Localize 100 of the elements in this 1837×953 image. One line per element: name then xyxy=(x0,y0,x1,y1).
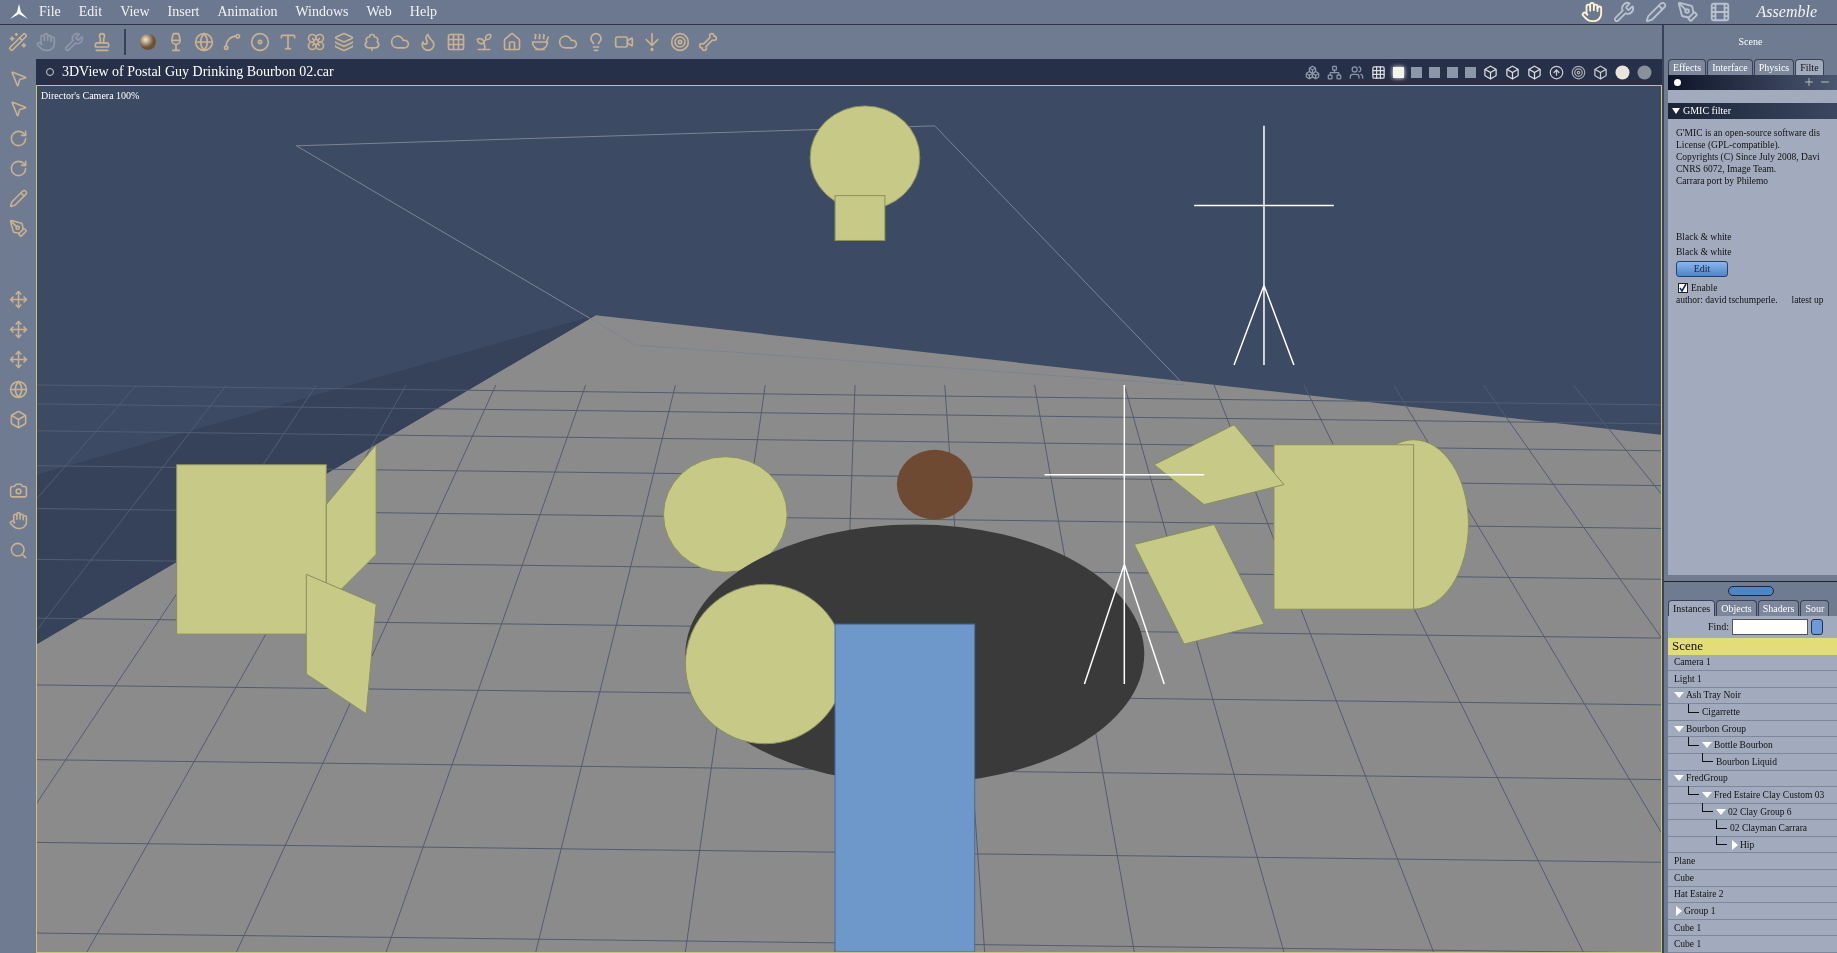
grid-icon[interactable] xyxy=(1371,64,1386,80)
find-button[interactable] xyxy=(1811,618,1824,635)
flower-icon[interactable] xyxy=(306,32,326,52)
menu-item[interactable]: Help xyxy=(400,4,447,20)
plant-icon[interactable] xyxy=(474,32,494,52)
dot-icon xyxy=(1674,78,1681,86)
tree-item[interactable]: Light 1 xyxy=(1668,671,1837,688)
cloud-icon[interactable] xyxy=(390,32,410,52)
pen-icon[interactable] xyxy=(8,219,28,238)
house-icon[interactable] xyxy=(502,32,522,52)
menu-item[interactable]: Animation xyxy=(208,4,287,20)
find-field[interactable] xyxy=(1732,618,1809,635)
box-icon[interactable] xyxy=(1483,64,1498,80)
enable-checkbox[interactable] xyxy=(1678,282,1688,293)
panel-tab[interactable]: Filte xyxy=(1795,58,1824,75)
browser-tab[interactable]: Sour xyxy=(1800,599,1830,616)
disclosure-triangle-icon[interactable] xyxy=(1674,692,1684,699)
disclosure-triangle-icon[interactable] xyxy=(1716,808,1726,815)
menu-item[interactable]: Web xyxy=(357,4,401,20)
rotate-icon[interactable] xyxy=(8,129,28,148)
tree-item-label: Ash Tray Noir xyxy=(1686,690,1741,701)
flame-icon[interactable] xyxy=(418,32,438,52)
cloud-icon[interactable] xyxy=(558,32,578,52)
spline-icon[interactable] xyxy=(222,32,242,52)
preset-name: Black & white xyxy=(1676,245,1733,258)
pointer-icon[interactable] xyxy=(8,99,28,118)
bone-icon[interactable] xyxy=(698,32,718,52)
tree-item-label: 02 Clayman Carrara xyxy=(1730,823,1808,834)
plus-icon[interactable] xyxy=(1803,76,1815,89)
layers-icon[interactable] xyxy=(334,32,354,52)
tree-item[interactable]: Plane xyxy=(1668,853,1837,871)
tree-item[interactable]: 02 Clayman Carrara xyxy=(1668,820,1837,837)
tree-item-label: Plane xyxy=(1674,856,1696,867)
box-icon[interactable] xyxy=(1593,64,1608,80)
browser-tab[interactable]: Shaders xyxy=(1757,599,1800,616)
tree-item[interactable]: Cigarrette xyxy=(1668,704,1837,721)
shaded-sphere-icon[interactable] xyxy=(1615,64,1630,80)
hand-icon[interactable] xyxy=(8,511,28,530)
pointer-icon[interactable] xyxy=(8,69,28,88)
layout-button[interactable] xyxy=(1465,66,1476,78)
disc-icon[interactable] xyxy=(250,32,270,52)
camera-icon[interactable] xyxy=(8,481,28,500)
tree-item-label: FredGroup xyxy=(1686,773,1728,784)
sphere-icon[interactable] xyxy=(138,32,158,52)
description-line: G'MIC is an open-source software dis xyxy=(1676,126,1821,139)
boxes-icon[interactable] xyxy=(1305,64,1320,80)
disclosure-triangle-icon[interactable] xyxy=(1702,742,1712,749)
tree-item[interactable]: Group 1 xyxy=(1668,903,1837,920)
menu-item[interactable]: Insert xyxy=(158,4,209,20)
tree-item[interactable]: Bourbon Liquid xyxy=(1668,754,1837,771)
text-icon[interactable] xyxy=(278,32,298,52)
tree-item[interactable]: Cube 1 xyxy=(1668,936,1837,953)
browser-tab[interactable]: Objects xyxy=(1716,599,1757,616)
hierarchy-icon[interactable] xyxy=(1327,64,1342,80)
tree-icon[interactable] xyxy=(362,32,382,52)
arrow-up-icon[interactable] xyxy=(1549,64,1564,80)
pen-icon[interactable] xyxy=(1676,1,1699,23)
move-icon[interactable] xyxy=(8,350,28,369)
hand-icon[interactable] xyxy=(1580,1,1603,23)
menu-item[interactable]: Windows xyxy=(286,4,358,20)
tree-item-label: Camera 1 xyxy=(1674,657,1711,668)
panel-tab[interactable]: Interface xyxy=(1707,58,1753,75)
bowl-icon[interactable] xyxy=(530,32,550,52)
menu-item[interactable]: Edit xyxy=(69,4,112,20)
target-icon[interactable] xyxy=(1571,64,1586,80)
move-icon[interactable] xyxy=(8,290,28,309)
layout-button[interactable] xyxy=(1393,66,1404,78)
arrow-down-icon[interactable] xyxy=(642,32,662,52)
film-icon[interactable] xyxy=(1708,1,1731,23)
tree-item-label: Bourbon Liquid xyxy=(1716,756,1777,767)
wrench-icon[interactable] xyxy=(1612,1,1635,23)
disclosure-triangle-icon[interactable] xyxy=(1674,725,1684,732)
splitter-handle[interactable] xyxy=(1727,585,1774,596)
layout-button[interactable] xyxy=(1447,66,1458,78)
panel-tab[interactable]: Effects xyxy=(1668,58,1707,75)
disclosure-triangle-icon[interactable] xyxy=(1674,775,1684,782)
browser-tab[interactable]: Instances xyxy=(1668,599,1716,616)
menu-item[interactable]: View xyxy=(111,4,159,20)
box-icon[interactable] xyxy=(1505,64,1520,80)
tree-item-label: Fred Estaire Clay Custom 03 xyxy=(1714,789,1825,800)
tree-item[interactable]: Fred Estaire Clay Custom 03 xyxy=(1668,787,1837,804)
rotate-icon[interactable] xyxy=(8,159,28,178)
globe-icon[interactable] xyxy=(194,32,214,52)
disclosure-triangle-icon[interactable] xyxy=(1702,791,1712,798)
caret-icon[interactable] xyxy=(1672,107,1680,114)
layout-button[interactable] xyxy=(1429,66,1440,78)
panel-tab[interactable]: Physics xyxy=(1753,58,1795,75)
layout-button[interactable] xyxy=(1411,66,1422,78)
menu-item[interactable]: File xyxy=(30,4,70,20)
edit-button[interactable]: Edit xyxy=(1676,260,1728,277)
globe-icon[interactable] xyxy=(8,380,28,399)
box-icon[interactable] xyxy=(1527,64,1542,80)
wrench-icon[interactable] xyxy=(64,32,84,52)
figures-icon[interactable] xyxy=(1349,64,1364,80)
stamp-icon[interactable] xyxy=(92,32,112,52)
search-icon[interactable] xyxy=(8,541,28,560)
tree-item[interactable]: Bottle Bourbon xyxy=(1668,737,1837,754)
tree-item-label: Hip xyxy=(1740,839,1755,850)
tree-item[interactable]: Cube xyxy=(1668,870,1837,887)
move-icon[interactable] xyxy=(8,320,28,339)
